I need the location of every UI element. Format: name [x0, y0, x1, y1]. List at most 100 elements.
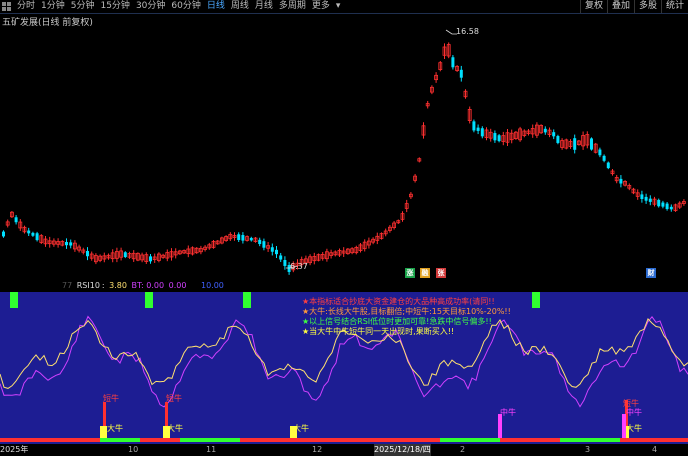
- note-line: ★大牛:长线大牛股,目标翻倍;中短牛:15天目标10%-20%!!: [302, 307, 511, 316]
- tab-monthly[interactable]: 月线: [252, 0, 276, 13]
- date-label: 11: [206, 445, 217, 454]
- note-line: ★本指标适合抄底大资金建仓的大品种高成功率(请同!!: [302, 297, 495, 306]
- signal-short-bull: 短牛: [166, 394, 182, 403]
- candle-body-down: [497, 135, 501, 142]
- event-marker-finance[interactable]: 财: [646, 268, 656, 278]
- right-tools: 复权 叠加 多股 统计: [579, 0, 688, 13]
- candle-body-down: [270, 247, 274, 252]
- candle-body-down: [543, 128, 547, 133]
- signal-baseline-segment: [560, 438, 620, 442]
- event-marker-margin[interactable]: 融: [420, 268, 430, 278]
- candle-body-down: [619, 178, 623, 184]
- event-text: 融: [421, 269, 429, 277]
- indicator-v3: 10.00: [200, 281, 224, 290]
- candle-body-down: [648, 198, 652, 202]
- signal-baseline-segment: [440, 438, 500, 442]
- candle-body-down: [644, 196, 648, 201]
- candle-body-down: [27, 230, 31, 234]
- candle-body-down: [598, 149, 602, 156]
- date-label: 2: [460, 445, 466, 454]
- candle-body-down: [590, 138, 593, 150]
- adjust-button[interactable]: 复权: [579, 0, 607, 13]
- multi-stock-button[interactable]: 多股: [633, 0, 661, 13]
- signal-big-bull: 大牛: [107, 424, 123, 433]
- indicator-header: 77 RSI10: 3.80 BT: 0.00 0.00 10.00: [62, 281, 224, 290]
- candle-body-down: [14, 217, 18, 223]
- high-price-label: 16.58: [456, 27, 479, 36]
- candle-body-down: [86, 250, 89, 257]
- candlestick-chart[interactable]: [0, 14, 688, 280]
- candle-body-down: [279, 255, 283, 260]
- signal-baseline-segment: [100, 438, 140, 442]
- date-label: 3: [585, 445, 591, 454]
- candle-body-down: [640, 194, 644, 199]
- candle-body-down: [237, 234, 241, 240]
- candle-body-down: [2, 231, 5, 237]
- candle-body-down: [476, 127, 480, 131]
- candle-body-down: [602, 155, 606, 161]
- overlay-button[interactable]: 叠加: [606, 0, 634, 13]
- candle-body-down: [241, 235, 245, 241]
- signal-big-bull: 大牛: [167, 424, 183, 433]
- candle-body-down: [669, 206, 673, 210]
- indicator-prefix: 77: [62, 281, 73, 290]
- candle-body-down: [665, 203, 669, 210]
- signal-mid-bull: 中牛: [500, 408, 516, 417]
- date-label: 2025年: [0, 445, 29, 454]
- indicator-panel[interactable]: ★本指标适合抄底大资金建仓的大品种高成功率(请同!! ★大牛:长线大牛股,目标翻…: [0, 292, 688, 444]
- date-label-cursor: 2025/12/18/四: [374, 444, 431, 456]
- candle-body-down: [556, 136, 560, 143]
- candle-body-down: [480, 128, 484, 137]
- candle-body-down: [258, 239, 262, 245]
- tab-5min[interactable]: 5分钟: [68, 0, 98, 13]
- date-label: 12: [312, 445, 323, 454]
- signal-mid-bull: 中牛: [626, 408, 642, 417]
- tab-30min[interactable]: 30分钟: [133, 0, 168, 13]
- chevron-down-icon[interactable]: ▾: [333, 0, 344, 13]
- signal-baseline-segment: [300, 438, 440, 442]
- signal-baseline-segment: [620, 438, 688, 442]
- indicator-v2: 0.00: [168, 281, 187, 290]
- kline-svg: [2, 29, 686, 275]
- candle-body-down: [606, 162, 610, 169]
- candle-body-down: [459, 69, 463, 78]
- tab-multi-period[interactable]: 多周期: [276, 0, 309, 13]
- top-signal-bar: [10, 292, 18, 308]
- event-marker-limit-up[interactable]: 涨: [405, 268, 415, 278]
- note-line: ★以上信号结合RSI低位时更加可靠!急跌中信号偏多!!: [302, 317, 492, 326]
- tab-more[interactable]: 更多: [309, 0, 333, 13]
- candle-body-down: [65, 242, 68, 246]
- candle-body-down: [657, 199, 661, 207]
- statistics-button[interactable]: 统计: [660, 0, 688, 13]
- stock-title: 五矿发展(日线 前复权): [2, 18, 93, 28]
- signal-short-bull: 短牛: [103, 394, 119, 403]
- event-text: 涨: [406, 269, 414, 277]
- candle-body-down: [123, 252, 127, 258]
- candle-body-down: [573, 138, 577, 150]
- candle-body-down: [149, 256, 152, 262]
- signal-baseline-segment: [500, 438, 560, 442]
- signal-baseline-segment: [140, 438, 180, 442]
- tab-daily[interactable]: 日线: [204, 0, 228, 13]
- note-line: ★当大牛中牛短牛同一天出现时,果断买入!!: [302, 327, 455, 336]
- grid-icon[interactable]: [2, 2, 11, 11]
- tab-weekly[interactable]: 周线: [228, 0, 252, 13]
- event-text: 财: [647, 269, 655, 277]
- period-toolbar: 分时 1分钟 5分钟 15分钟 30分钟 60分钟 日线 周线 月线 多周期 更…: [0, 0, 688, 13]
- tab-15min[interactable]: 15分钟: [97, 0, 132, 13]
- candle-body-down: [472, 121, 476, 131]
- period-tabs: 分时 1分钟 5分钟 15分钟 30分钟 60分钟 日线 周线 月线 多周期 更…: [14, 0, 343, 13]
- tab-60min[interactable]: 60分钟: [168, 0, 203, 13]
- tab-1min[interactable]: 1分钟: [38, 0, 68, 13]
- tab-intraday[interactable]: 分时: [14, 0, 38, 13]
- candle-body-down: [493, 133, 497, 141]
- signal-big-bull: 大牛: [293, 424, 309, 433]
- date-axis: 2025年 10 11 12 2025/12/18/四 2 3 4: [0, 444, 688, 456]
- candle-body-down: [552, 132, 556, 137]
- event-marker-notice[interactable]: 张: [436, 268, 446, 278]
- big-bull-bar: [100, 426, 107, 438]
- candle-body-down: [661, 202, 665, 207]
- candle-body-down: [249, 237, 253, 241]
- indicator-value: 3.80: [109, 281, 127, 290]
- candle-body-down: [31, 232, 35, 236]
